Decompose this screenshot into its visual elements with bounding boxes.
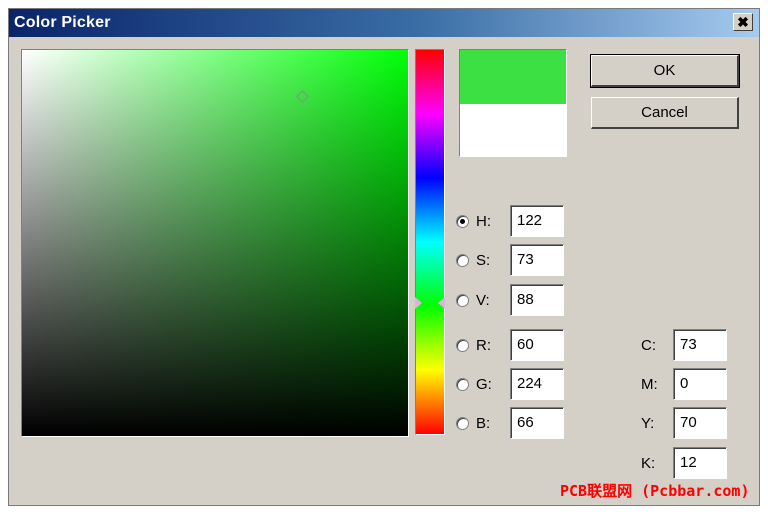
radio-s[interactable] [456, 253, 469, 267]
field-row-r: R: 60 [456, 329, 564, 361]
field-row-m: M: 0 [641, 368, 727, 400]
input-c[interactable]: 73 [673, 329, 727, 361]
label-g: G: [476, 375, 492, 393]
label-r: R: [476, 336, 491, 354]
label-c: C: [641, 336, 656, 354]
cancel-button[interactable]: Cancel [591, 97, 739, 129]
input-y[interactable]: 70 [673, 407, 727, 439]
field-row-s: S: 73 [456, 244, 564, 276]
hue-slider-handle-left[interactable] [415, 297, 422, 309]
input-m[interactable]: 0 [673, 368, 727, 400]
label-h: H: [476, 212, 491, 230]
label-m: M: [641, 375, 658, 393]
input-h[interactable]: 122 [510, 205, 564, 237]
title-bar[interactable]: Color Picker ✖ [9, 9, 759, 37]
field-row-b: B: 66 [456, 407, 564, 439]
label-k: K: [641, 454, 656, 472]
radio-h[interactable] [456, 214, 469, 228]
color-picker-dialog: Color Picker ✖ OK Cancel H: 122 S: 73 V:… [8, 8, 760, 506]
label-b: B: [476, 414, 491, 432]
radio-b[interactable] [456, 416, 469, 430]
label-s: S: [476, 251, 491, 269]
label-v: V: [476, 291, 490, 309]
saturation-value-field[interactable] [21, 49, 409, 437]
radio-v[interactable] [456, 293, 469, 307]
color-selector-marker[interactable] [296, 90, 309, 103]
input-g[interactable]: 224 [510, 368, 564, 400]
field-row-h: H: 122 [456, 205, 564, 237]
field-row-g: G: 224 [456, 368, 564, 400]
input-r[interactable]: 60 [510, 329, 564, 361]
field-row-c: C: 73 [641, 329, 727, 361]
radio-r[interactable] [456, 338, 469, 352]
input-k[interactable]: 12 [673, 447, 727, 479]
watermark-text: PCB联盟网 (Pcbbar.com) [560, 482, 750, 500]
color-preview [459, 49, 567, 157]
old-color-swatch [460, 104, 566, 156]
window-title: Color Picker [14, 14, 111, 31]
hue-slider-handle-right[interactable] [438, 297, 445, 309]
field-row-y: Y: 70 [641, 407, 727, 439]
input-v[interactable]: 88 [510, 284, 564, 316]
close-icon: ✖ [737, 14, 749, 30]
hue-slider[interactable] [415, 49, 445, 435]
ok-button[interactable]: OK [590, 54, 740, 88]
field-row-k: K: 12 [641, 447, 727, 479]
new-color-swatch [460, 50, 566, 104]
close-button[interactable]: ✖ [733, 13, 753, 31]
input-b[interactable]: 66 [510, 407, 564, 439]
input-s[interactable]: 73 [510, 244, 564, 276]
radio-g[interactable] [456, 377, 469, 391]
field-row-v: V: 88 [456, 284, 564, 316]
label-y: Y: [641, 414, 655, 432]
